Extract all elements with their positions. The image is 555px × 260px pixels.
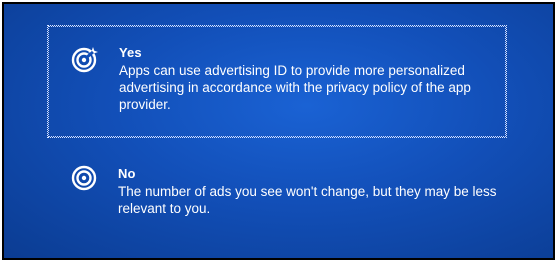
advertising-id-settings-panel: Yes Apps can use advertising ID to provi… [2,2,555,260]
option-no-text: No The number of ads you see won't chang… [118,166,498,217]
option-title: Yes [119,45,142,60]
option-title: No [118,166,136,181]
target-sparkle-icon [71,45,99,73]
option-no[interactable]: No The number of ads you see won't chang… [48,156,506,222]
option-description: Apps can use advertising ID to provide m… [119,63,471,112]
target-icon [70,164,98,192]
option-yes[interactable]: Yes Apps can use advertising ID to provi… [47,25,507,138]
option-yes-text: Yes Apps can use advertising ID to provi… [119,45,499,113]
option-description: The number of ads you see won't change, … [118,184,497,216]
